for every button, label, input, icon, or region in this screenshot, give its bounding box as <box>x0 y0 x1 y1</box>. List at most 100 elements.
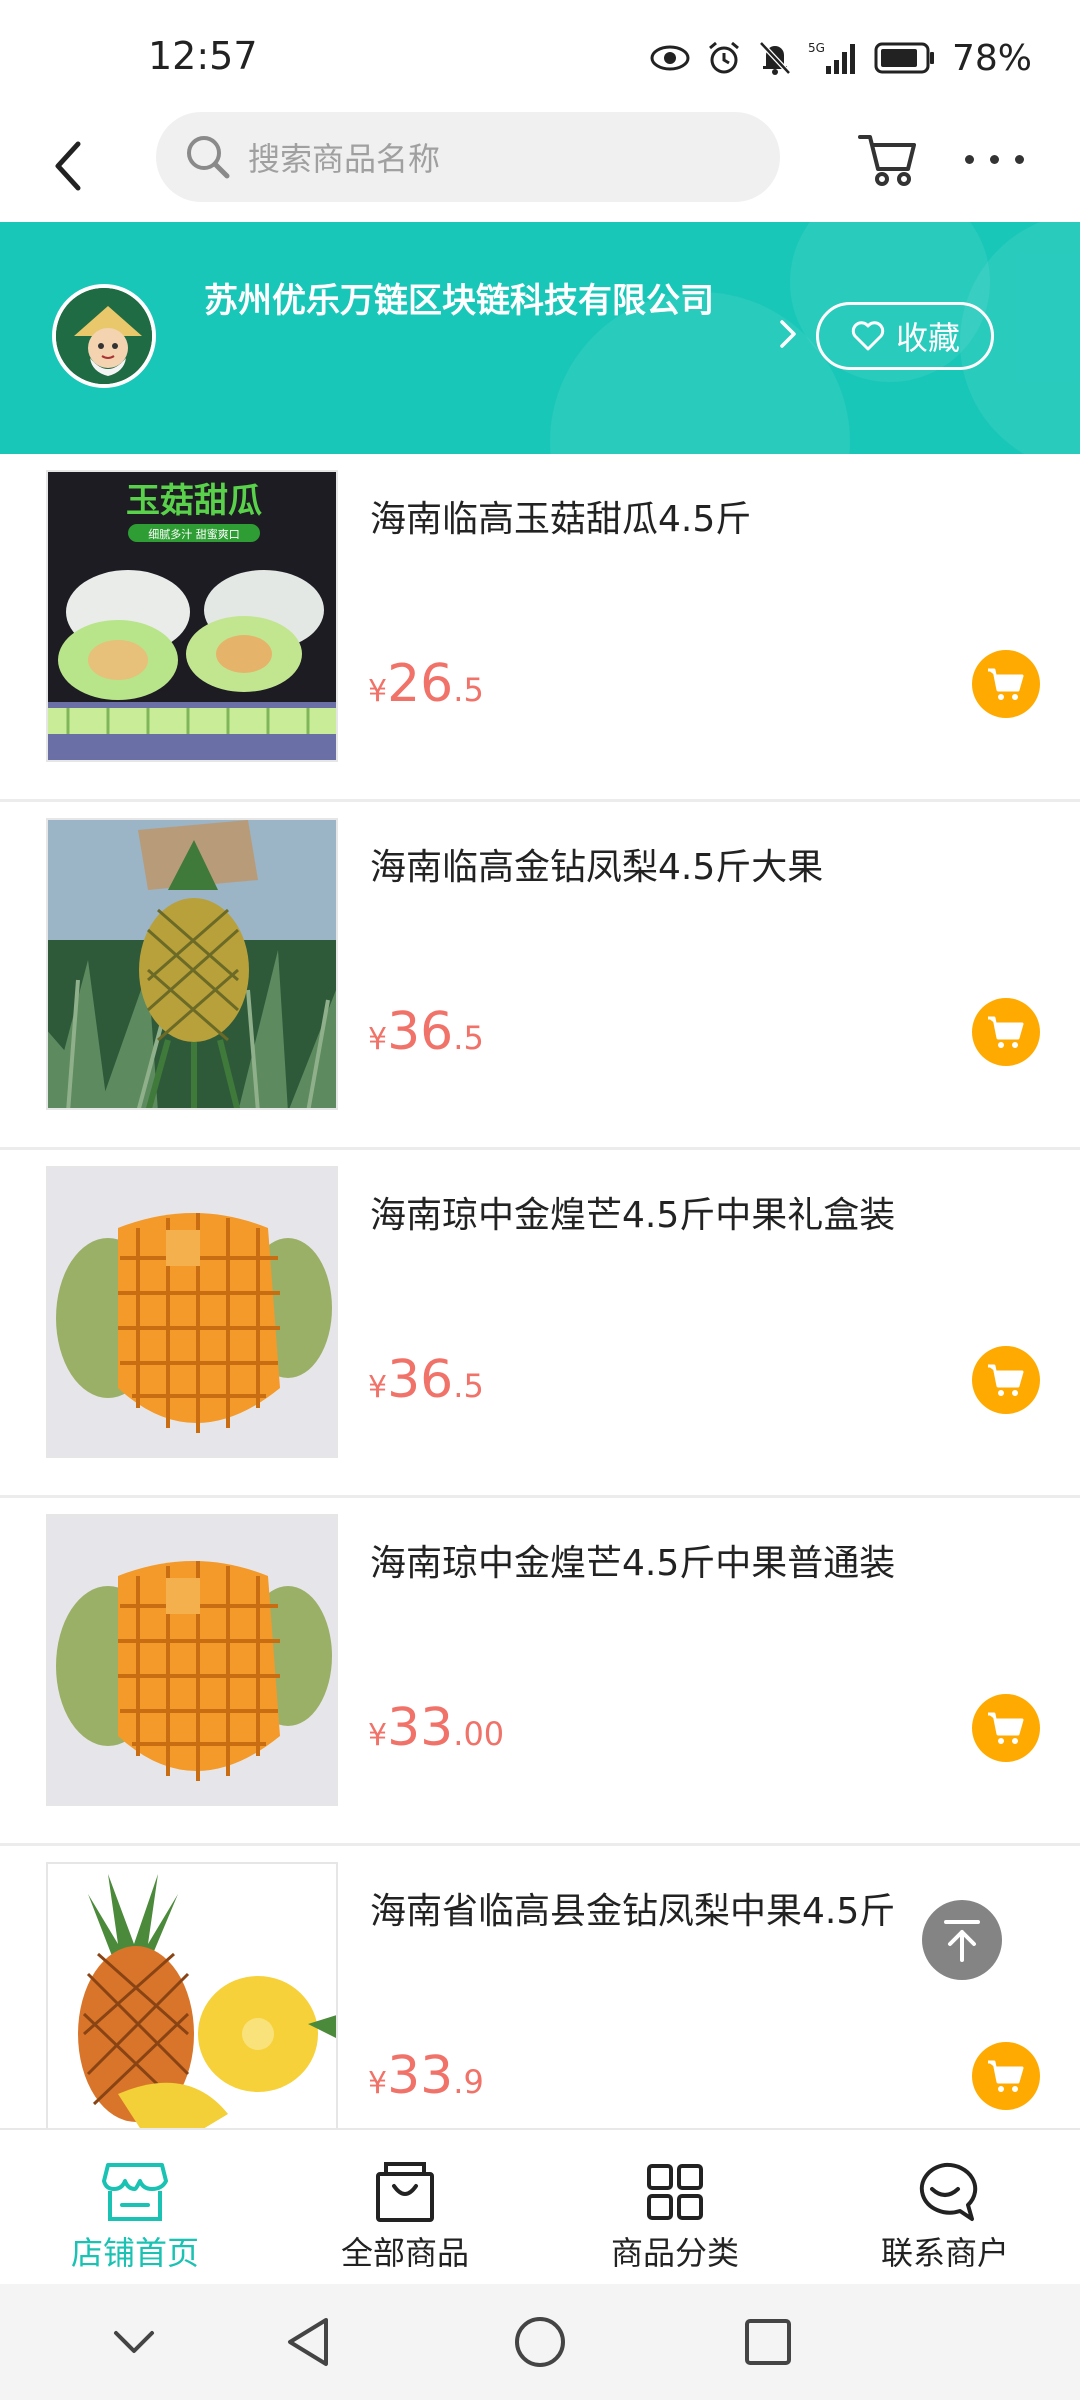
system-navigation-bar <box>0 2284 1080 2400</box>
price-integer: 36 <box>387 1350 454 1410</box>
cart-icon <box>988 1712 1024 1744</box>
price-decimal: .5 <box>453 1367 484 1405</box>
add-to-cart-button[interactable] <box>972 2042 1040 2110</box>
price-decimal: .5 <box>453 671 484 709</box>
search-icon <box>180 129 236 185</box>
eye-icon <box>650 45 690 71</box>
cart-icon <box>988 1016 1024 1048</box>
arrow-up-icon <box>944 1920 980 1962</box>
product-item[interactable]: 海南省临高县金钻凤梨中果4.5斤 ¥ 33 .9 <box>0 1846 1080 2128</box>
more-dot-icon <box>989 154 999 164</box>
price-integer: 26 <box>387 654 454 714</box>
product-item[interactable]: 海南琼中金煌芒4.5斤中果礼盒装 ¥ 36 .5 <box>0 1150 1080 1498</box>
price-symbol: ¥ <box>368 2066 388 2101</box>
system-recents-button[interactable] <box>738 2312 798 2372</box>
price-symbol: ¥ <box>368 1370 388 1405</box>
circle-home-icon <box>515 2317 565 2367</box>
favorite-label: 收藏 <box>895 319 960 357</box>
tab-label: 联系商户 <box>880 2234 1009 2272</box>
product-image[interactable] <box>46 1862 338 2128</box>
tab-all-products[interactable]: 全部商品 <box>270 2130 540 2284</box>
tab-contact-merchant[interactable]: 联系商户 <box>810 2130 1080 2284</box>
store-icon <box>100 2160 170 2224</box>
status-icons: 5G 78% <box>650 36 1032 80</box>
svg-text:5G: 5G <box>808 41 825 55</box>
system-back-button[interactable] <box>278 2312 338 2372</box>
tab-label: 商品分类 <box>610 2234 739 2272</box>
status-time: 12:57 <box>148 34 258 78</box>
battery-icon <box>874 42 934 74</box>
status-bar: 12:57 5G 78% <box>0 0 1080 112</box>
add-to-cart-button[interactable] <box>972 1346 1040 1414</box>
price-integer: 36 <box>387 1002 454 1062</box>
shop-banner: 苏州优乐万链区块链科技有限公司 收藏 <box>0 222 1080 454</box>
price-symbol: ¥ <box>368 1718 388 1753</box>
shop-name[interactable]: 苏州优乐万链区块链科技有限公司 <box>204 278 744 324</box>
price-symbol: ¥ <box>368 674 388 709</box>
triangle-back-icon <box>288 2318 328 2366</box>
more-dot-icon <box>1014 154 1024 164</box>
product-list: 玉菇甜瓜 细腻多汁 甜蜜爽口 海南临高玉菇甜瓜4.5斤 ¥ 26 .5 海南临高… <box>0 454 1080 2128</box>
alarm-icon <box>709 41 739 74</box>
search-placeholder: 搜索商品名称 <box>248 140 441 178</box>
product-price: ¥ 36 .5 <box>368 1002 484 1062</box>
battery-percent: 78% <box>951 37 1032 79</box>
price-symbol: ¥ <box>368 1022 388 1057</box>
back-to-top-button[interactable] <box>922 1900 1002 1980</box>
price-integer: 33 <box>387 1698 454 1758</box>
shop-logo[interactable] <box>52 284 156 388</box>
more-button[interactable] <box>952 124 1036 194</box>
product-title[interactable]: 海南临高金钻凤梨4.5斤大果 <box>370 838 970 890</box>
square-recents-icon <box>745 2319 791 2365</box>
product-title[interactable]: 海南琼中金煌芒4.5斤中果礼盒装 <box>370 1186 970 1238</box>
product-item[interactable]: 玉菇甜瓜 细腻多汁 甜蜜爽口 海南临高玉菇甜瓜4.5斤 ¥ 26 .5 <box>0 454 1080 802</box>
product-item[interactable]: 海南琼中金煌芒4.5斤中果普通装 ¥ 33 .00 <box>0 1498 1080 1846</box>
favorite-button[interactable]: 收藏 <box>816 302 994 370</box>
add-to-cart-button[interactable] <box>972 1694 1040 1762</box>
product-image-title: 玉菇甜瓜 <box>126 481 262 521</box>
tab-label: 店铺首页 <box>70 2234 199 2272</box>
search-input[interactable]: 搜索商品名称 <box>156 112 780 202</box>
add-to-cart-button[interactable] <box>972 998 1040 1066</box>
product-price: ¥ 36 .5 <box>368 1350 484 1410</box>
tab-label: 全部商品 <box>340 2234 469 2272</box>
product-image[interactable] <box>46 818 338 1110</box>
chat-icon <box>910 2160 980 2224</box>
bottom-tab-bar: 店铺首页 全部商品 商品分类 联系商户 <box>0 2128 1080 2284</box>
cart-icon <box>858 135 916 186</box>
grid-icon <box>640 2160 710 2224</box>
product-image[interactable] <box>46 1166 338 1458</box>
product-item[interactable]: 海南临高金钻凤梨4.5斤大果 ¥ 36 .5 <box>0 802 1080 1150</box>
heart-icon <box>851 321 885 351</box>
price-decimal: .5 <box>453 1019 484 1057</box>
chevron-right-icon[interactable] <box>772 314 802 354</box>
price-decimal: .00 <box>453 1715 505 1753</box>
product-title[interactable]: 海南琼中金煌芒4.5斤中果普通装 <box>370 1534 970 1586</box>
cart-icon <box>988 668 1024 700</box>
tab-categories[interactable]: 商品分类 <box>540 2130 810 2284</box>
cart-button[interactable] <box>848 124 928 194</box>
cart-icon <box>988 2060 1024 2092</box>
hide-keyboard-button[interactable] <box>104 2312 164 2372</box>
back-button[interactable] <box>38 130 98 202</box>
product-price: ¥ 26 .5 <box>368 654 484 714</box>
product-image-subtitle: 细腻多汁 甜蜜爽口 <box>148 527 240 541</box>
chevron-down-icon <box>114 2331 154 2353</box>
chevron-left-icon <box>55 141 81 191</box>
more-dot-icon <box>964 154 974 164</box>
mute-bell-icon <box>759 41 791 75</box>
price-decimal: .9 <box>453 2063 484 2101</box>
add-to-cart-button[interactable] <box>972 650 1040 718</box>
product-title[interactable]: 海南临高玉菇甜瓜4.5斤 <box>370 490 970 542</box>
product-image[interactable]: 玉菇甜瓜 细腻多汁 甜蜜爽口 <box>46 470 338 762</box>
product-price: ¥ 33 .9 <box>368 2046 484 2106</box>
product-image[interactable] <box>46 1514 338 1806</box>
product-price: ¥ 33 .00 <box>368 1698 504 1758</box>
nav-bar: 搜索商品名称 <box>0 112 1080 222</box>
system-home-button[interactable] <box>510 2312 570 2372</box>
signal-icon: 5G <box>808 41 855 74</box>
cart-icon <box>988 1364 1024 1396</box>
price-integer: 33 <box>387 2046 454 2106</box>
product-title[interactable]: 海南省临高县金钻凤梨中果4.5斤 <box>370 1882 970 1934</box>
tab-store-home[interactable]: 店铺首页 <box>0 2130 270 2284</box>
